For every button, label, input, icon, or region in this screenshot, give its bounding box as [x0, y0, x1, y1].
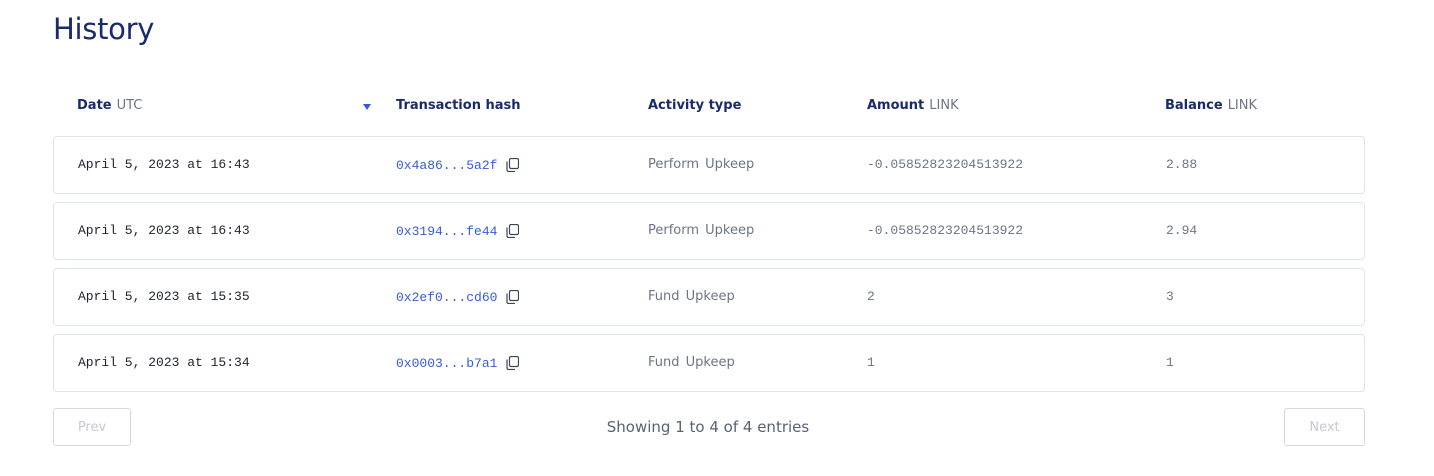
column-header-label: Amount	[867, 98, 925, 113]
transaction-hash-text: 0x0003...b7a1	[396, 355, 498, 371]
copy-icon[interactable]	[506, 224, 520, 238]
caret-down-icon[interactable]	[363, 104, 371, 110]
column-header-date[interactable]: Date UTC	[77, 98, 142, 113]
next-button[interactable]: Next	[1284, 408, 1365, 446]
column-header-unit: UTC	[116, 98, 143, 113]
date-cell: April 5, 2023 at 16:43	[78, 157, 250, 172]
date-cell: April 5, 2023 at 16:43	[78, 223, 250, 238]
history-page: History Date UTC Transaction hash Activit…	[0, 0, 1434, 476]
amount-cell: -0.05852823204513922	[867, 157, 1024, 172]
transaction-hash-link[interactable]: 0x2ef0...cd60	[396, 269, 520, 325]
activity-type-cell: Fund Upkeep	[648, 355, 735, 370]
transaction-hash-text: 0x3194...fe44	[396, 223, 498, 239]
activity-type-cell: Perform Upkeep	[648, 157, 755, 172]
activity-type-cell: Perform Upkeep	[648, 223, 755, 238]
table-header: Date UTC Transaction hash Activity type A…	[53, 98, 1365, 118]
table-row: April 5, 2023 at 15:34 0x0003...b7a1 Fun…	[53, 334, 1365, 392]
column-header-unit: LINK	[929, 98, 959, 113]
pagination-status: Showing 1 to 4 of 4 entries	[606, 418, 810, 436]
column-header-label: Balance	[1165, 98, 1223, 113]
transaction-hash-link[interactable]: 0x3194...fe44	[396, 203, 520, 259]
activity-type-cell: Fund Upkeep	[648, 289, 735, 304]
column-header-balance: Balance LINK	[1165, 98, 1257, 113]
page-title: History	[53, 12, 155, 46]
column-header-label: Date	[77, 98, 112, 113]
amount-cell: -0.05852823204513922	[867, 223, 1024, 238]
copy-icon[interactable]	[506, 290, 520, 304]
balance-cell: 2.88	[1166, 157, 1198, 172]
copy-icon[interactable]	[506, 158, 520, 172]
transaction-hash-link[interactable]: 0x0003...b7a1	[396, 335, 520, 391]
column-header-activity-type: Activity type	[648, 98, 741, 113]
balance-cell: 1	[1166, 355, 1174, 370]
transaction-hash-text: 0x2ef0...cd60	[396, 289, 498, 305]
date-cell: April 5, 2023 at 15:35	[78, 289, 250, 304]
balance-cell: 2.94	[1166, 223, 1198, 238]
column-header-unit: LINK	[1227, 98, 1258, 113]
column-header-transaction-hash: Transaction hash	[396, 98, 521, 113]
balance-cell: 3	[1166, 289, 1174, 304]
column-header-amount: Amount LINK	[867, 98, 959, 113]
copy-icon[interactable]	[506, 356, 520, 370]
transaction-hash-text: 0x4a86...5a2f	[396, 157, 498, 173]
date-cell: April 5, 2023 at 15:34	[78, 355, 250, 370]
table-row: April 5, 2023 at 16:43 0x4a86...5a2f Per…	[53, 136, 1365, 194]
column-header-label: Transaction hash	[396, 98, 521, 113]
amount-cell: 2	[867, 289, 875, 304]
amount-cell: 1	[867, 355, 875, 370]
table-row: April 5, 2023 at 16:43 0x3194...fe44 Per…	[53, 202, 1365, 260]
table-row: April 5, 2023 at 15:35 0x2ef0...cd60 Fun…	[53, 268, 1365, 326]
transaction-hash-link[interactable]: 0x4a86...5a2f	[396, 137, 520, 193]
column-header-label: Activity type	[648, 98, 742, 113]
